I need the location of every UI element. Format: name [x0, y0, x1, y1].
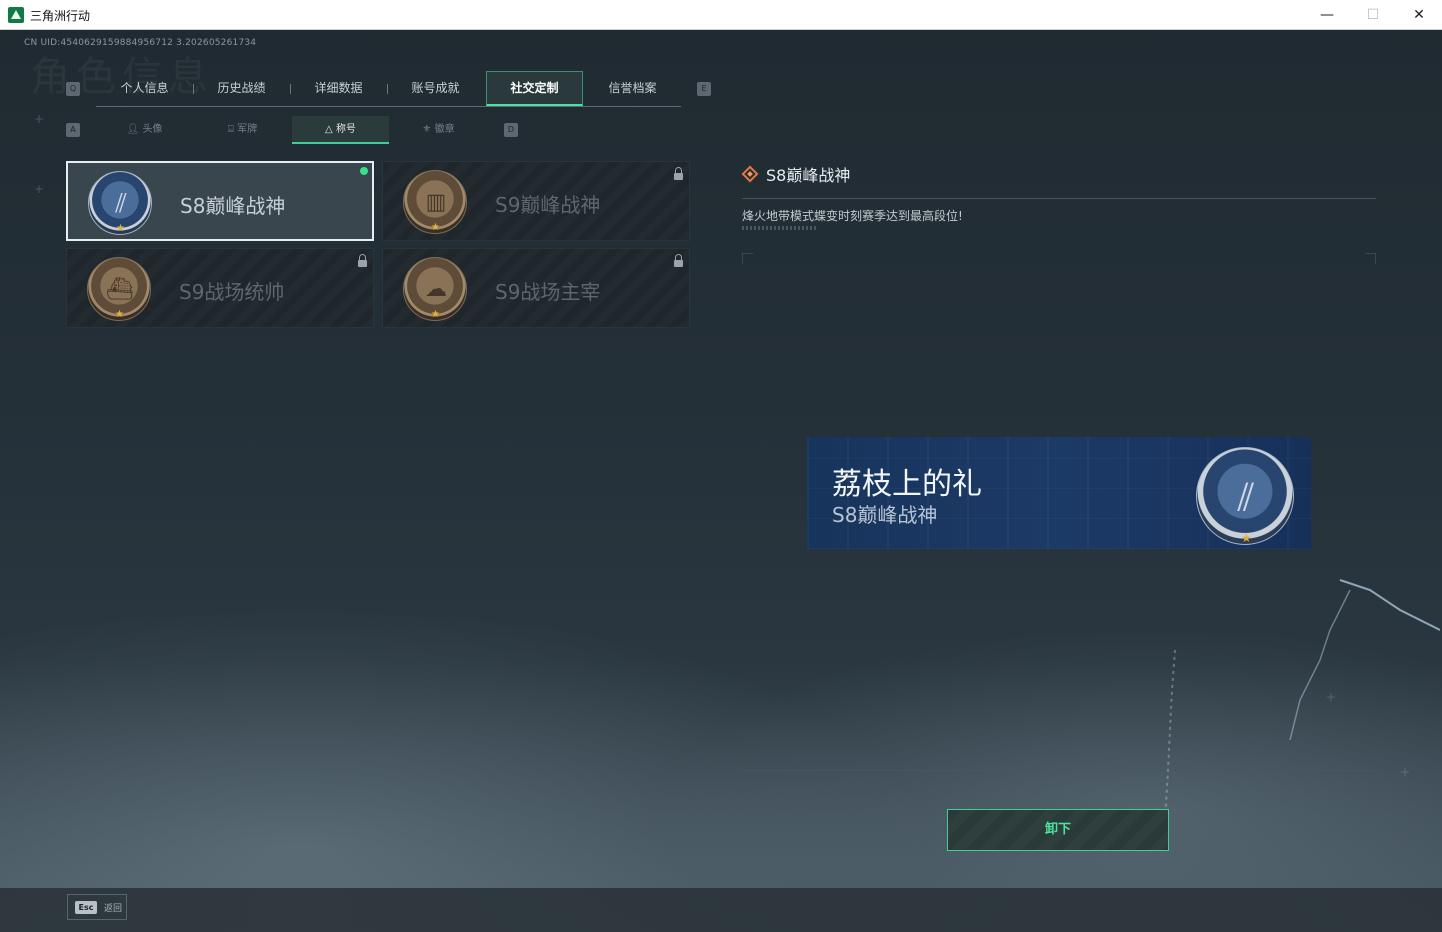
- title-card[interactable]: ⛴ ★ S9战场统帅: [66, 248, 374, 328]
- player-uid: CN UID:4540629159884956712 3.20260526173…: [24, 38, 257, 48]
- window-titlebar: 三角洲行动 — ☐ ✕: [0, 0, 1442, 30]
- maximize-button[interactable]: ☐: [1350, 0, 1396, 30]
- tab-personal-info[interactable]: 个人信息: [96, 71, 193, 106]
- title-card-label: S8巅峰战神: [180, 194, 286, 218]
- close-button[interactable]: ✕: [1396, 0, 1442, 30]
- subtab-badge[interactable]: ⚜ 徽章: [390, 116, 487, 144]
- tab-reputation[interactable]: 信誉档案: [584, 71, 681, 106]
- subtab-label: 头像: [142, 124, 163, 135]
- subtab-right-key-hint[interactable]: D: [504, 123, 518, 137]
- frame-corner: [742, 253, 753, 264]
- description-divider: [742, 226, 818, 230]
- star-icon: ★: [115, 309, 124, 320]
- detail-title: S8巅峰战神: [766, 166, 851, 185]
- frame-corner: [1365, 253, 1376, 264]
- tab-right-key-hint[interactable]: E: [697, 82, 711, 96]
- app-logo-icon: [8, 7, 24, 23]
- lock-icon: [358, 254, 367, 267]
- subtab-label: 军牌: [237, 124, 258, 135]
- badge-icon: ⚜: [422, 124, 432, 135]
- detail-header: S8巅峰战神: [741, 162, 1376, 199]
- star-icon: ★: [431, 309, 440, 320]
- tab-achievements[interactable]: 账号成就: [387, 71, 484, 106]
- back-button[interactable]: Esc 返回: [67, 894, 127, 920]
- tab-social-custom[interactable]: 社交定制: [486, 71, 583, 106]
- equipped-indicator-icon: [360, 167, 368, 175]
- person-icon: 👤︎: [126, 124, 140, 135]
- title-card[interactable]: ▥ ★ S9巅峰战神: [382, 161, 690, 241]
- star-icon: ★: [1241, 531, 1252, 545]
- minimize-button[interactable]: —: [1304, 0, 1350, 30]
- star-icon: ★: [431, 222, 440, 233]
- title-card[interactable]: ⫽ ★ S8巅峰战神: [66, 161, 374, 241]
- title-card-label: S9战场主宰: [495, 280, 601, 304]
- subtab-left-key-hint[interactable]: A: [66, 123, 80, 137]
- title-card-label: S9巅峰战神: [495, 193, 601, 217]
- title-icon: △: [325, 124, 333, 135]
- banner-title: S8巅峰战神: [832, 503, 938, 527]
- subtab-label: 徽章: [434, 124, 455, 135]
- window-title: 三角洲行动: [30, 9, 91, 23]
- subtab-dogtag[interactable]: ⌸ 军牌: [194, 116, 291, 144]
- back-label: 返回: [104, 904, 123, 914]
- title-banner-preview: 荔枝上的礼 S8巅峰战神 ⫽ ★: [807, 437, 1311, 549]
- subtab-avatar[interactable]: 👤︎ 头像: [96, 116, 193, 144]
- detail-description: 烽火地带模式蝶变时刻赛季达到最高段位!: [742, 209, 963, 223]
- subtab-title[interactable]: △ 称号: [292, 116, 389, 144]
- lock-icon: [674, 254, 683, 267]
- star-icon: ★: [116, 223, 125, 234]
- sub-tabs: 👤︎ 头像 ⌸ 军牌 △ 称号 ⚜ 徽章: [96, 116, 486, 144]
- dogtag-icon: ⌸: [227, 124, 234, 135]
- grid-cross-icon: +: [34, 112, 45, 126]
- banner-player-name: 荔枝上的礼: [832, 467, 982, 502]
- game-viewport: 角色信息 CN UID:4540629159884956712 3.202605…: [0, 30, 1442, 932]
- subtab-label: 称号: [335, 124, 356, 135]
- unequip-button[interactable]: 卸下: [947, 809, 1169, 851]
- tab-match-history[interactable]: 历史战绩: [193, 71, 290, 106]
- tab-detailed-data[interactable]: 详细数据: [290, 71, 387, 106]
- main-tabs: 个人信息 历史战绩 详细数据 账号成就 社交定制 信誉档案: [96, 71, 681, 107]
- esc-key-chip: Esc: [75, 901, 97, 914]
- lock-icon: [674, 167, 683, 180]
- grid-cross-icon: +: [34, 182, 45, 196]
- title-card[interactable]: ☁ ★ S9战场主宰: [382, 248, 690, 328]
- diamond-icon: [741, 165, 759, 183]
- title-card-label: S9战场统帅: [179, 280, 285, 304]
- footer-bar: Esc 返回: [0, 888, 1442, 932]
- tab-left-key-hint[interactable]: Q: [66, 82, 80, 96]
